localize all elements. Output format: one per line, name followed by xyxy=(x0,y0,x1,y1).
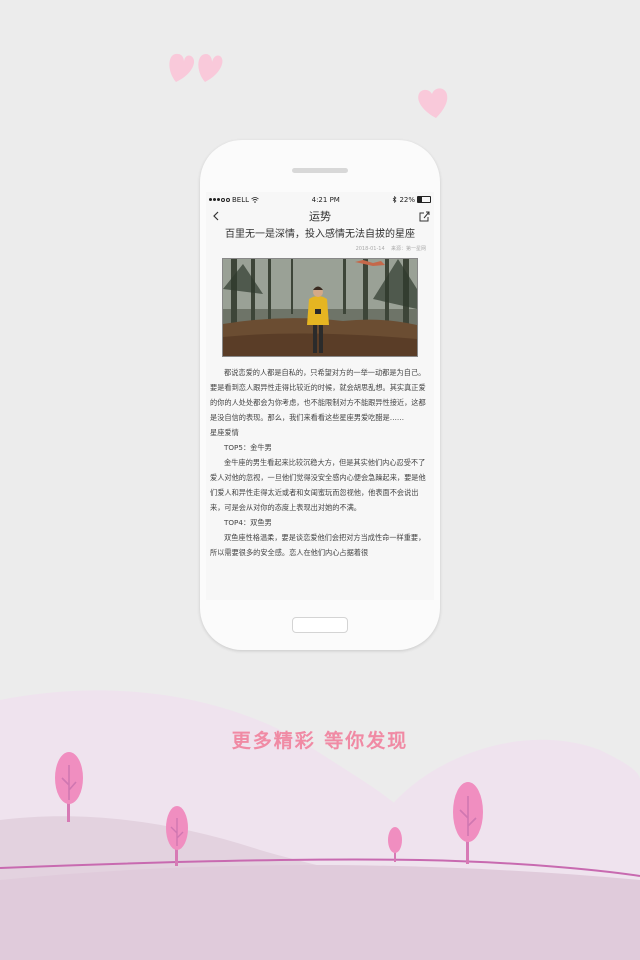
phone-mockup: BELL 4:21 PM 22% 运势 百里无一是深情，投入感情无法自拔的星座 … xyxy=(200,140,440,650)
bluetooth-icon xyxy=(393,196,397,203)
share-icon[interactable] xyxy=(418,210,430,222)
section-heading: 星座爱情 xyxy=(210,428,239,437)
nav-bar: 运势 xyxy=(206,207,434,225)
article-body: 都说恋爱的人都是自私的，只希望对方的一举一动都是为自己。要是看到恋人跟异性走得比… xyxy=(210,365,430,560)
article-photo xyxy=(222,258,418,357)
ranking-heading: TOP5：金牛男 xyxy=(224,443,272,452)
signal-icon xyxy=(209,197,230,202)
status-bar: BELL 4:21 PM 22% xyxy=(206,192,434,207)
article-date: 2018-01-14 xyxy=(355,246,385,252)
paragraph: 都说恋爱的人都是自私的，只希望对方的一举一动都是为自己。要是看到恋人跟异性走得比… xyxy=(210,368,426,422)
ranking-heading: TOP4：双鱼男 xyxy=(224,518,272,527)
article-meta: 2018-01-14 来源：第一星网 xyxy=(210,245,430,252)
home-button[interactable] xyxy=(292,617,348,633)
article-source: 来源：第一星网 xyxy=(390,246,426,252)
forest-photo xyxy=(223,259,417,356)
carrier-label: BELL xyxy=(232,195,250,204)
phone-screen: BELL 4:21 PM 22% 运势 百里无一是深情，投入感情无法自拔的星座 … xyxy=(206,192,434,600)
battery-percent: 22% xyxy=(399,195,415,204)
clock: 4:21 PM xyxy=(311,195,340,204)
slogan: 更多精彩 等你发现 xyxy=(231,730,409,752)
article-title: 百里无一是深情，投入感情无法自拔的星座 xyxy=(225,229,415,240)
wifi-icon xyxy=(251,196,259,203)
phone-speaker xyxy=(292,168,348,173)
chevron-left-icon[interactable] xyxy=(210,210,222,222)
page-title: 运势 xyxy=(309,210,331,223)
paragraph: 双鱼座性格温柔，要是谈恋爱他们会把对方当成性命一样重要，所以需要很多的安全感。恋… xyxy=(210,533,426,557)
battery-icon xyxy=(417,196,431,203)
paragraph: 金牛座的男生看起来比较沉稳大方，但是其实他们内心忍受不了爱人对他的忽视，一旦他们… xyxy=(210,458,426,512)
heart-icon xyxy=(169,53,448,118)
article: 百里无一是深情，投入感情无法自拔的星座 2018-01-14 来源：第一星网 都… xyxy=(206,228,434,560)
